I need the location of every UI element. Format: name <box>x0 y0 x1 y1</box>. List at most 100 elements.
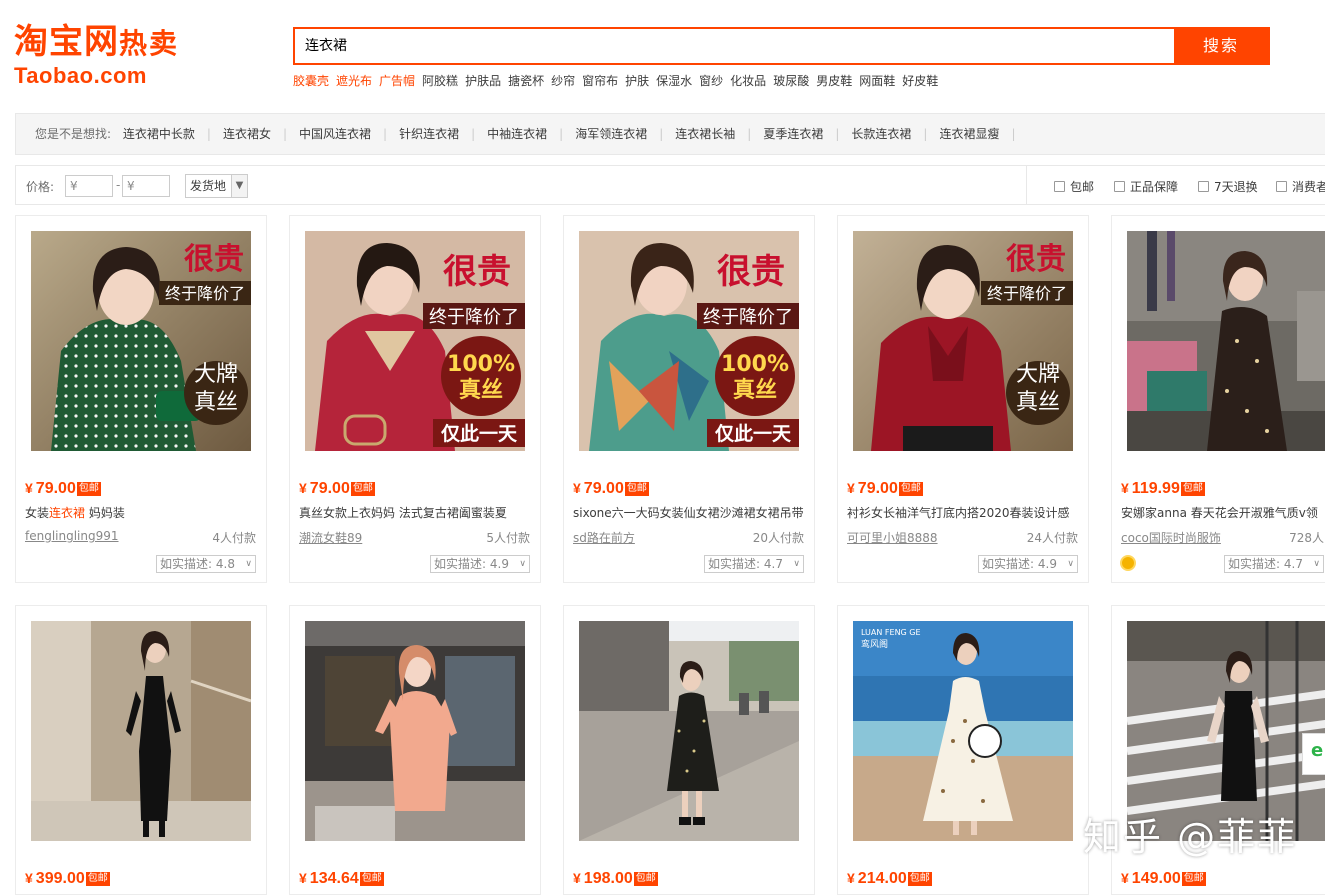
suggestion-prefix: 您是不是想找: <box>35 127 112 141</box>
separator: | <box>835 127 840 141</box>
gold-seller-badge-icon <box>1120 555 1136 571</box>
suggestion-keyword[interactable]: 海军领连衣裙 <box>575 127 647 141</box>
product-title[interactable]: 真丝女款上衣妈妈 法式复古裙阖蜜装夏 <box>299 504 539 521</box>
separator: | <box>1011 127 1016 141</box>
suggestion-keyword[interactable]: 针织连衣裙 <box>399 127 459 141</box>
suggestion-keyword[interactable]: 连衣裙显瘦 <box>939 127 999 141</box>
payment-count: 5人付款 <box>486 531 530 545</box>
rating-dropdown[interactable]: 如实描述: 4.9 ∨ <box>430 555 530 573</box>
product-price: ¥399.00 包邮 <box>25 870 110 887</box>
checkbox[interactable] <box>1114 181 1125 192</box>
suggestion-keyword[interactable]: 中国风连衣裙 <box>299 127 371 141</box>
product-title[interactable]: 衬衫女长袖洋气打底内搭2020春装设计感 <box>847 504 1087 521</box>
suggestion-keyword[interactable]: 长款连衣裙 <box>851 127 911 141</box>
hot-word[interactable]: 网面鞋 <box>859 74 895 88</box>
search-input[interactable]: 连衣裙 <box>295 29 1174 63</box>
product-price: ¥79.00 包邮 <box>25 480 101 497</box>
product-image[interactable] <box>31 621 251 841</box>
product-card[interactable]: 很贵 终于降价了 大牌 真丝 ¥79.00 包邮 女装连衣裙 妈妈装 fengli… <box>15 215 267 583</box>
suggestion-keyword[interactable]: 夏季连衣裙 <box>763 127 823 141</box>
suggestion-keyword[interactable]: 连衣裙女 <box>223 127 271 141</box>
suggestion-keyword[interactable]: 连衣裙中长款 <box>123 127 195 141</box>
product-image[interactable]: LUAN FENG GE 鸾风阁 <box>853 621 1073 841</box>
free-shipping-tag: 包邮 <box>898 482 923 496</box>
price-dash: - <box>116 178 121 192</box>
product-card[interactable]: ¥399.00 包邮 <box>15 605 267 895</box>
float-widget[interactable]: e <box>1302 733 1325 775</box>
location-select[interactable]: 发货地 ▼ <box>185 174 248 198</box>
product-card[interactable]: ¥134.64 包邮 <box>289 605 541 895</box>
promo-one-day: 仅此一天 <box>440 422 518 445</box>
checkbox[interactable] <box>1054 181 1065 192</box>
promo-price-cut: 终于降价了 <box>165 284 245 303</box>
free-shipping-tag: 包邮 <box>633 872 658 886</box>
hot-word[interactable]: 护肤品 <box>465 74 501 88</box>
product-card[interactable]: 很贵 终于降价了 100% 真丝 仅此一天 ¥79.00 包邮 sixone六一大… <box>563 215 815 583</box>
check-genuine[interactable]: 正品保障 <box>1114 178 1178 195</box>
check-free-shipping[interactable]: 包邮 <box>1054 178 1094 195</box>
watermark: 知乎 @菲菲 <box>1083 815 1298 859</box>
product-image[interactable]: 很贵 终于降价了 100% 真丝 仅此一天 <box>305 231 525 451</box>
product-image[interactable] <box>305 621 525 841</box>
hot-word[interactable]: 玻尿酸 <box>773 74 809 88</box>
product-image[interactable]: 很贵 终于降价了 大牌 真丝 <box>853 231 1073 451</box>
product-title[interactable]: 安娜家anna 春天花会开淑雅气质v领 <box>1121 504 1325 521</box>
product-image[interactable]: 很贵 终于降价了 100% 真丝 仅此一天 <box>579 231 799 451</box>
price-max-input[interactable]: ¥ <box>122 175 170 197</box>
hot-word[interactable]: 纱帘 <box>551 74 575 88</box>
rating-dropdown[interactable]: 如实描述: 4.7 ∨ <box>1224 555 1324 573</box>
check-7day-return[interactable]: 7天退换 <box>1198 178 1258 195</box>
promo-one-day: 仅此一天 <box>714 422 792 445</box>
product-image[interactable]: 很贵 终于降价了 大牌 真丝 <box>31 231 251 451</box>
shop-link[interactable]: 可可里小姐8888 <box>847 529 938 546</box>
payment-count: 728人 <box>1289 531 1324 545</box>
product-title[interactable]: sixone六一大码女装仙女裙沙滩裙女裙吊带 <box>573 504 813 521</box>
hot-word[interactable]: 胶囊壳 <box>293 74 329 88</box>
check-label: 正品保障 <box>1130 180 1179 194</box>
product-card[interactable]: 很贵 终于降价了 100% 真丝 仅此一天 ¥79.00 包邮 真丝女款上衣妈妈 … <box>289 215 541 583</box>
product-title[interactable]: 女装连衣裙 妈妈装 <box>25 504 265 521</box>
suggestion-keyword[interactable]: 连衣裙长袖 <box>675 127 735 141</box>
filter-bar: 价格: ¥ - ¥ 发货地 ▼ 包邮 正品保障 7天退换 消费者 <box>15 165 1325 205</box>
promo-expensive: 很贵 <box>184 242 244 277</box>
product-image[interactable] <box>579 621 799 841</box>
free-shipping-tag: 包邮 <box>624 482 649 496</box>
check-consumer[interactable]: 消费者 <box>1276 178 1325 195</box>
shop-link[interactable]: 潮流女鞋89 <box>299 529 362 546</box>
hot-word[interactable]: 保湿水 <box>656 74 692 88</box>
promo-expensive: 很贵 <box>443 252 511 292</box>
hot-word[interactable]: 广告帽 <box>379 74 415 88</box>
product-image[interactable] <box>1127 231 1325 451</box>
checkbox[interactable] <box>1276 181 1287 192</box>
payment-count: 20人付款 <box>752 531 804 545</box>
search-button[interactable]: 搜索 <box>1174 29 1268 63</box>
shop-link[interactable]: fenglingling991 <box>25 529 119 543</box>
taobao-logo[interactable]: 淘宝网热卖 Taobao.com <box>14 22 244 92</box>
hot-word[interactable]: 好皮鞋 <box>902 74 938 88</box>
free-shipping-tag: 包邮 <box>1181 872 1206 886</box>
hot-word[interactable]: 护肤 <box>625 74 649 88</box>
hot-word[interactable]: 窗纱 <box>699 74 723 88</box>
price-min-input[interactable]: ¥ <box>65 175 113 197</box>
logo-cn: 淘宝网热卖 <box>14 22 180 62</box>
shop-link[interactable]: sd路在前方 <box>573 529 635 546</box>
promo-price-cut: 终于降价了 <box>987 284 1067 303</box>
hot-word[interactable]: 阿胶糕 <box>422 74 458 88</box>
rating-dropdown[interactable]: 如实描述: 4.8 ∨ <box>156 555 256 573</box>
payment-count: 4人付款 <box>212 531 256 545</box>
product-card[interactable]: ¥198.00 包邮 <box>563 605 815 895</box>
checkbox[interactable] <box>1198 181 1209 192</box>
hot-word[interactable]: 窗帘布 <box>582 74 618 88</box>
hot-word[interactable]: 男皮鞋 <box>816 74 852 88</box>
shop-link[interactable]: coco国际时尚服饰 <box>1121 529 1221 546</box>
product-card[interactable]: 很贵 终于降价了 大牌 真丝 ¥79.00 包邮 衬衫女长袖洋气打底内搭2020春… <box>837 215 1089 583</box>
rating-dropdown[interactable]: 如实描述: 4.7 ∨ <box>704 555 804 573</box>
product-card[interactable]: ¥119.99 包邮 安娜家anna 春天花会开淑雅气质v领 coco国际时尚服饰… <box>1111 215 1325 583</box>
hot-word[interactable]: 搪瓷杯 <box>508 74 544 88</box>
rating-dropdown[interactable]: 如实描述: 4.9 ∨ <box>978 555 1078 573</box>
product-price: ¥119.99 包邮 <box>1121 480 1205 497</box>
hot-word[interactable]: 化妆品 <box>730 74 766 88</box>
suggestion-keyword[interactable]: 中袖连衣裙 <box>487 127 547 141</box>
product-card[interactable]: LUAN FENG GE 鸾风阁 ¥214.00 包邮 <box>837 605 1089 895</box>
hot-word[interactable]: 遮光布 <box>336 74 372 88</box>
